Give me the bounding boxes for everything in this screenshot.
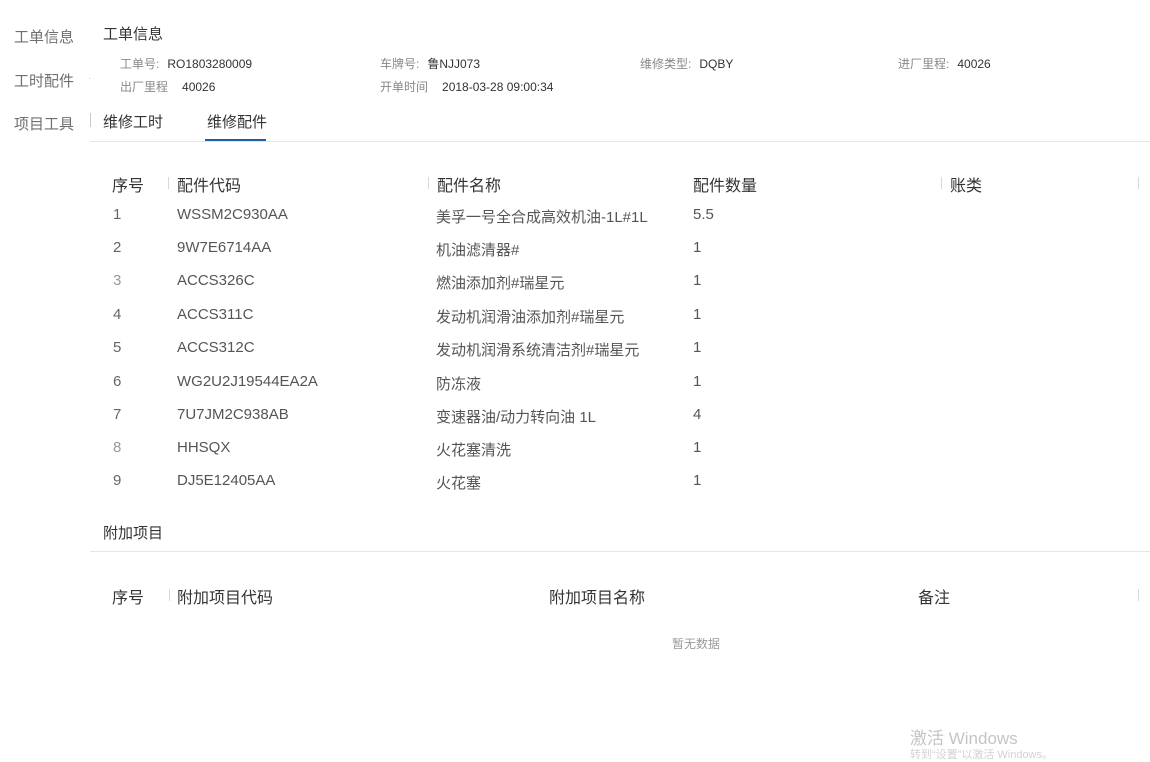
order-no-label: 工单号: bbox=[120, 57, 160, 71]
tabs-divider bbox=[90, 141, 1150, 142]
parts-col-header-name: 配件名称 bbox=[437, 178, 502, 195]
windows-activation-subtitle: 转到“设置”以激活 Windows。 bbox=[910, 749, 1054, 761]
part-qty: 5.5 bbox=[693, 206, 714, 223]
left-nav-item-project-tools[interactable]: 项目工具 bbox=[14, 113, 74, 134]
part-code: 9W7E6714AA bbox=[177, 239, 272, 256]
tab-labor[interactable]: 维修工时 bbox=[103, 111, 163, 132]
empty-state-text: 暂无数据 bbox=[672, 637, 721, 651]
plate-no-value: 鲁NJJ073 bbox=[427, 57, 481, 71]
row-idx: 2 bbox=[113, 239, 122, 256]
extra-items-divider bbox=[90, 551, 1150, 552]
part-code: HHSQX bbox=[177, 439, 231, 456]
extra-col-header-code: 附加项目代码 bbox=[177, 590, 274, 607]
repair-type-value: DQBY bbox=[699, 57, 734, 71]
row-idx: 8 bbox=[113, 439, 122, 456]
part-name: 美孚一号全合成高效机油-1L#1L bbox=[436, 209, 648, 226]
part-name: 火花塞 bbox=[436, 475, 482, 492]
nav-dot-icon: · bbox=[88, 73, 92, 84]
open-time-field: 开单时间 2018-03-28 09:00:34 bbox=[380, 78, 553, 96]
plate-no-label: 车牌号: bbox=[380, 57, 420, 71]
part-qty: 1 bbox=[693, 472, 702, 489]
col-resize-handle[interactable] bbox=[168, 177, 169, 189]
parts-col-header-qty: 配件数量 bbox=[693, 178, 758, 195]
part-code: WG2U2J19544EA2A bbox=[177, 373, 318, 390]
left-nav-item-order-info[interactable]: 工单信息 bbox=[14, 26, 74, 47]
row-idx: 3 bbox=[113, 272, 122, 289]
col-resize-handle[interactable] bbox=[941, 177, 942, 189]
part-qty: 1 bbox=[693, 439, 702, 456]
extra-col-header-idx: 序号 bbox=[112, 590, 145, 607]
part-name: 机油滤清器# bbox=[436, 242, 520, 259]
row-idx: 9 bbox=[113, 472, 122, 489]
mileage-in-value: 40026 bbox=[957, 57, 991, 71]
part-qty: 1 bbox=[693, 373, 702, 390]
row-idx: 7 bbox=[113, 406, 122, 423]
mileage-in-field: 进厂里程: 40026 bbox=[898, 55, 991, 73]
mileage-out-label: 出厂里程 bbox=[120, 80, 169, 94]
parts-col-header-code: 配件代码 bbox=[177, 178, 242, 195]
mileage-out-value: 40026 bbox=[182, 80, 216, 94]
extra-col-header-remark: 备注 bbox=[918, 590, 951, 607]
parts-col-header-account: 账类 bbox=[950, 178, 983, 195]
part-qty: 1 bbox=[693, 272, 702, 289]
part-qty: 1 bbox=[693, 239, 702, 256]
extra-items-title: 附加项目 bbox=[103, 525, 164, 542]
col-resize-handle[interactable] bbox=[1138, 177, 1139, 189]
left-nav-item-labor-parts[interactable]: 工时配件 bbox=[14, 70, 74, 91]
part-name: 火花塞清洗 bbox=[436, 442, 512, 459]
part-name: 防冻液 bbox=[436, 376, 482, 393]
open-time-label: 开单时间 bbox=[380, 80, 429, 94]
row-idx: 5 bbox=[113, 339, 122, 356]
mileage-in-label: 进厂里程: bbox=[898, 57, 950, 71]
col-resize-handle[interactable] bbox=[428, 177, 429, 189]
col-resize-handle[interactable] bbox=[169, 589, 170, 601]
order-info-title: 工单信息 bbox=[103, 26, 164, 43]
part-code: ACCS311C bbox=[177, 306, 254, 323]
part-qty: 4 bbox=[693, 406, 702, 423]
row-idx: 6 bbox=[113, 373, 122, 390]
part-qty: 1 bbox=[693, 339, 702, 356]
repair-type-label: 维修类型: bbox=[640, 57, 692, 71]
parts-col-header-idx: 序号 bbox=[112, 178, 145, 195]
open-time-value: 2018-03-28 09:00:34 bbox=[442, 80, 554, 94]
tab-parts[interactable]: 维修配件 bbox=[207, 111, 267, 132]
part-name: 发动机润滑系统清洁剂#瑞星元 bbox=[436, 342, 640, 359]
part-name: 发动机润滑油添加剂#瑞星元 bbox=[436, 309, 625, 326]
extra-col-header-name: 附加项目名称 bbox=[549, 590, 646, 607]
part-code: DJ5E12405AA bbox=[177, 472, 276, 489]
part-code: ACCS312C bbox=[177, 339, 255, 356]
part-qty: 1 bbox=[693, 306, 702, 323]
part-code: WSSM2C930AA bbox=[177, 206, 288, 223]
row-idx: 1 bbox=[113, 206, 122, 223]
part-name: 变速器油/动力转向油 1L bbox=[436, 409, 597, 426]
repair-type-field: 维修类型: DQBY bbox=[640, 55, 733, 73]
part-name: 燃油添加剂#瑞星元 bbox=[436, 275, 565, 292]
col-resize-handle[interactable] bbox=[1138, 589, 1139, 601]
order-no-value: RO1803280009 bbox=[167, 57, 253, 71]
row-idx: 4 bbox=[113, 306, 122, 323]
plate-no-field: 车牌号: 鲁NJJ073 bbox=[380, 55, 480, 73]
mileage-out-field: 出厂里程 40026 bbox=[120, 78, 215, 96]
order-no-field: 工单号: RO1803280009 bbox=[120, 55, 252, 73]
part-code: ACCS326C bbox=[177, 272, 255, 289]
part-code: 7U7JM2C938AB bbox=[177, 406, 289, 423]
tab-separator bbox=[90, 113, 91, 127]
